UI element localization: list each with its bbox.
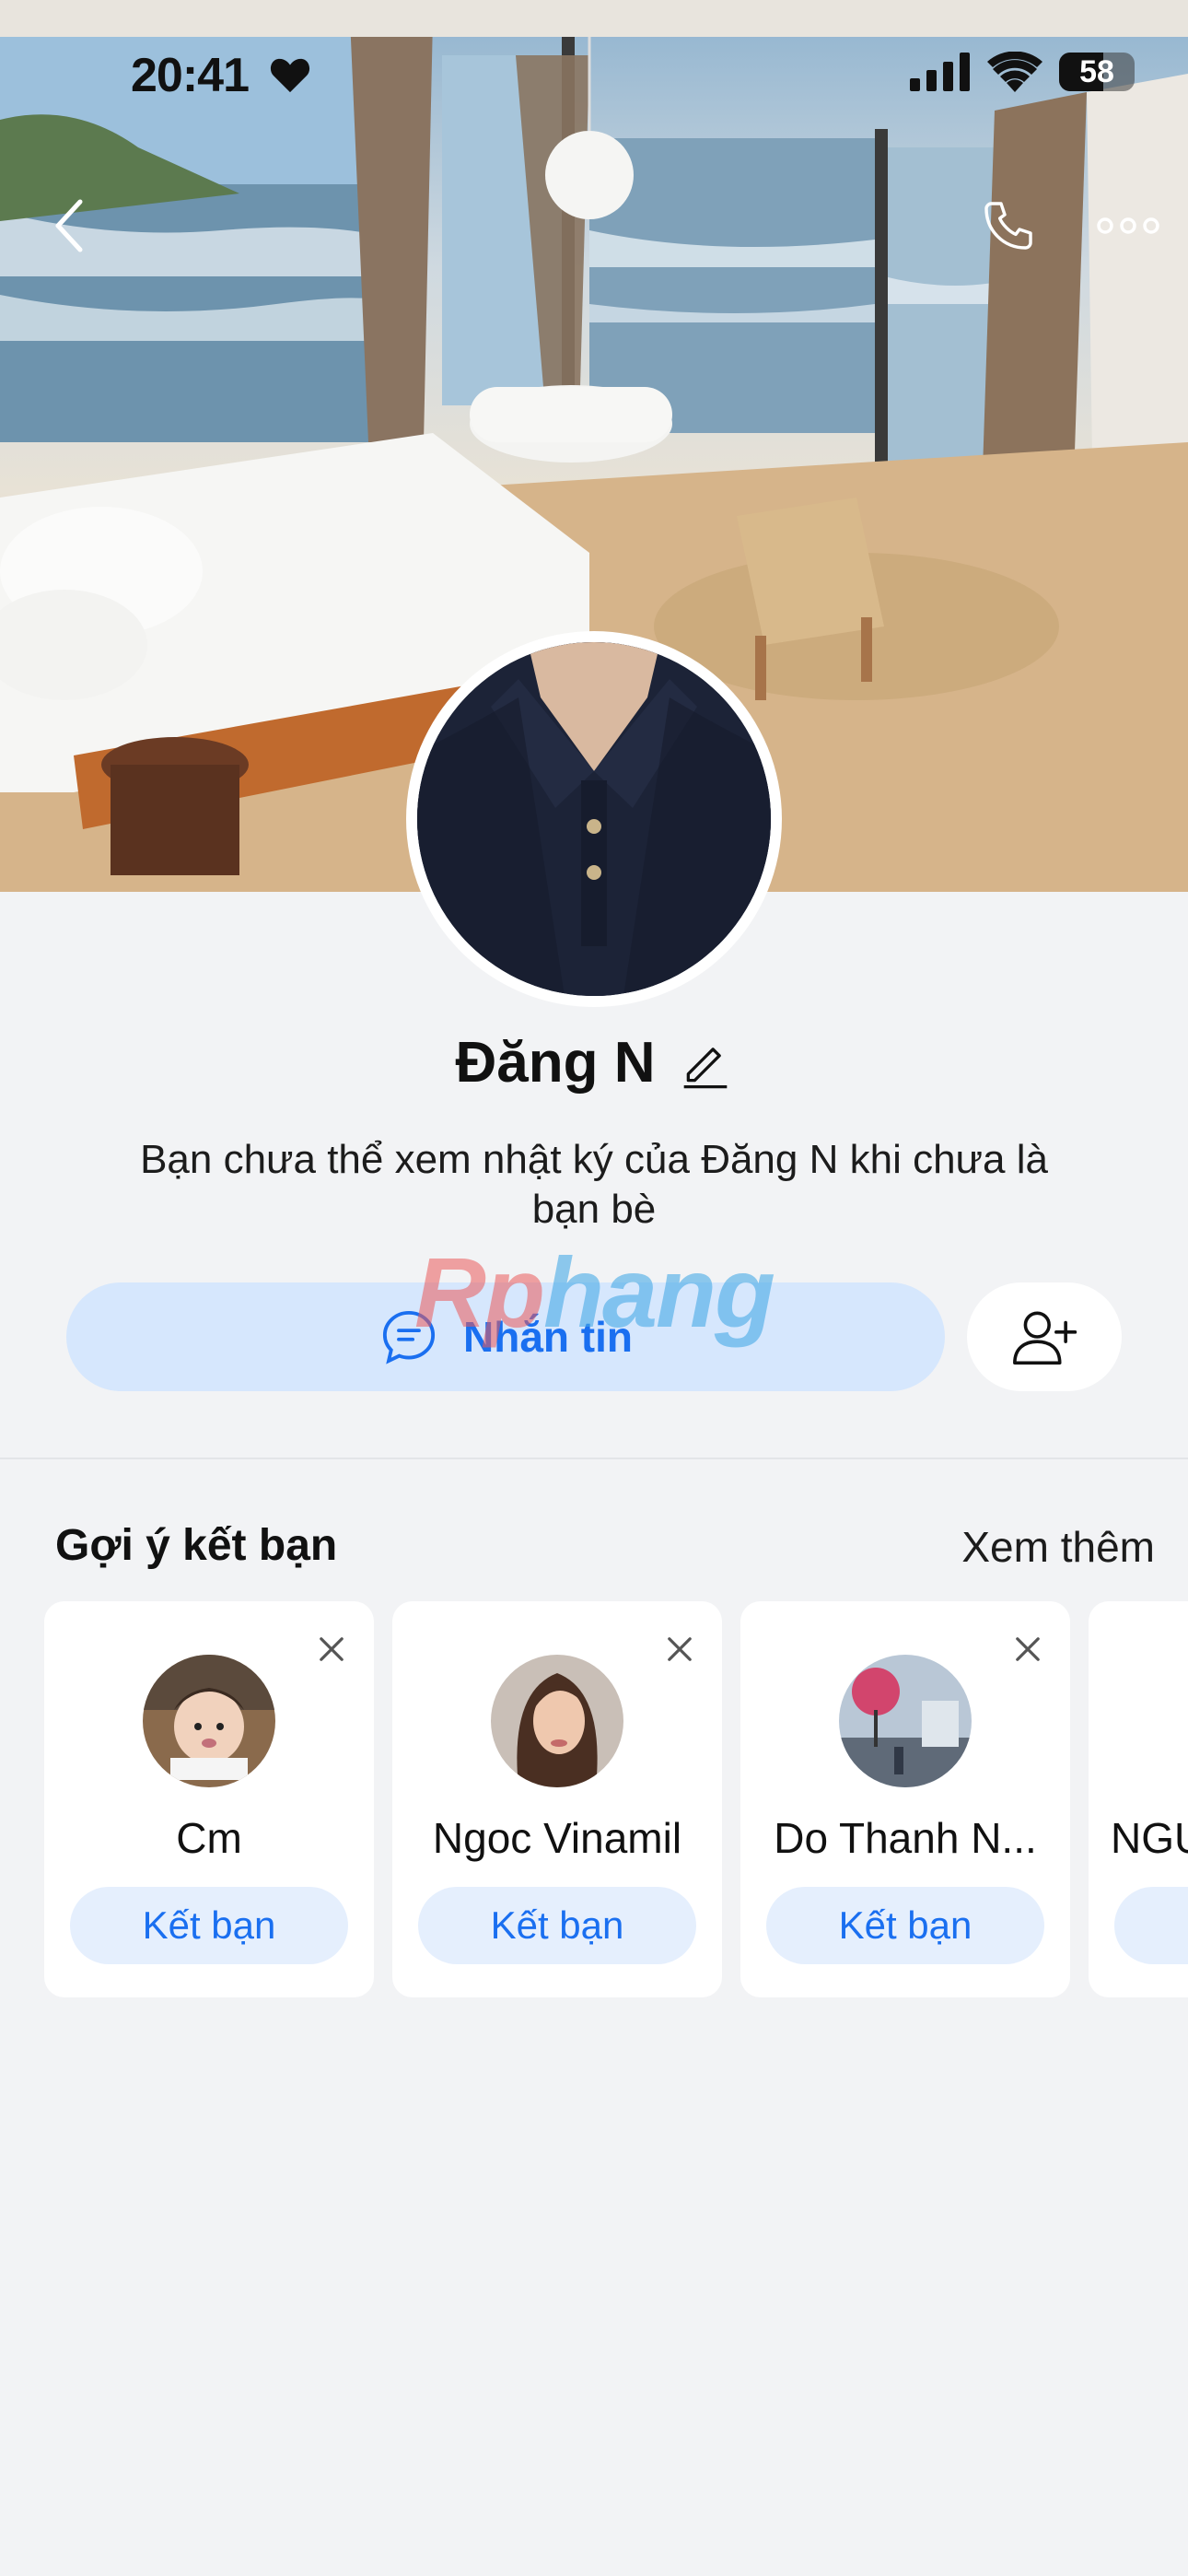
suggestion-card[interactable]: Ngoc Vinamil Kết bạn	[392, 1601, 722, 1997]
profile-privacy-note: Bạn chưa thể xem nhật ký của Đăng N khi …	[140, 1137, 1048, 1232]
status-indicators: 58	[910, 52, 1135, 92]
avatar-woman-illustration	[491, 1655, 623, 1787]
back-button[interactable]	[28, 184, 111, 267]
profile-avatar[interactable]	[406, 631, 782, 1007]
add-friend-suggestion-button[interactable]: Kết bạn	[418, 1887, 696, 1964]
dismiss-suggestion-button[interactable]	[306, 1623, 357, 1675]
avatar-image	[417, 642, 771, 996]
status-bar: 20:41 58	[0, 0, 1188, 157]
wifi-icon	[987, 52, 1042, 92]
suggestion-card[interactable]: Cm Kết bạn	[44, 1601, 374, 1997]
add-friend-suggestion-button[interactable]: Kết bạn	[70, 1887, 348, 1964]
dismiss-suggestion-button[interactable]	[654, 1623, 705, 1675]
see-more-link[interactable]: Xem thêm	[961, 1522, 1155, 1572]
pencil-icon	[683, 1047, 727, 1088]
suggestion-card[interactable]: Do Thanh N... Kết bạn	[740, 1601, 1070, 1997]
suggestion-name: Cm	[176, 1814, 242, 1862]
suggestion-avatar[interactable]	[143, 1655, 275, 1787]
ellipsis-icon	[1097, 217, 1159, 234]
suggestion-name: Ngoc Vinamil	[432, 1814, 682, 1862]
profile-name-row: Đăng N	[0, 1030, 1188, 1095]
heart-icon	[270, 58, 310, 93]
add-friend-suggestion-button[interactable]: Kết bạn	[766, 1887, 1044, 1964]
edit-name-button[interactable]	[678, 1036, 733, 1091]
watermark-logo: Rphang	[414, 1236, 775, 1348]
chevron-left-icon	[55, 199, 83, 252]
suggestion-avatar[interactable]	[491, 1655, 623, 1787]
user-plus-icon	[1013, 1311, 1077, 1365]
close-icon	[1016, 1637, 1040, 1661]
suggestion-name: NGU	[1111, 1814, 1188, 1862]
battery-indicator: 58	[1059, 53, 1135, 91]
avatar-baby-illustration	[143, 1655, 275, 1787]
profile-name: Đăng N	[455, 1031, 656, 1095]
avatar-cityscape-illustration	[839, 1655, 972, 1787]
cellular-signal-icon	[910, 53, 970, 91]
battery-level-text: 58	[1079, 53, 1114, 89]
add-friend-suggestion-button[interactable]: Kết bạn	[1114, 1887, 1188, 1964]
add-friend-button[interactable]	[967, 1282, 1122, 1391]
phone-icon	[984, 202, 1032, 250]
section-divider	[0, 1458, 1188, 1459]
close-icon	[320, 1637, 344, 1661]
close-icon	[668, 1637, 692, 1661]
suggestion-name: Do Thanh N...	[774, 1814, 1037, 1862]
suggestions-carousel[interactable]: Cm Kết bạn Ngoc Vinamil Kết bạn Do Thanh…	[44, 1601, 1188, 1999]
dismiss-suggestion-button[interactable]	[1002, 1623, 1054, 1675]
avatar-photo-illustration	[417, 642, 771, 996]
suggestion-avatar[interactable]	[839, 1655, 972, 1787]
more-options-button[interactable]	[1087, 184, 1170, 267]
status-time: 20:41	[131, 49, 250, 102]
call-button[interactable]	[967, 184, 1050, 267]
suggestion-card[interactable]: NGU Kết bạn	[1089, 1601, 1188, 1997]
suggestions-title: Gợi ý kết bạn	[55, 1521, 338, 1570]
